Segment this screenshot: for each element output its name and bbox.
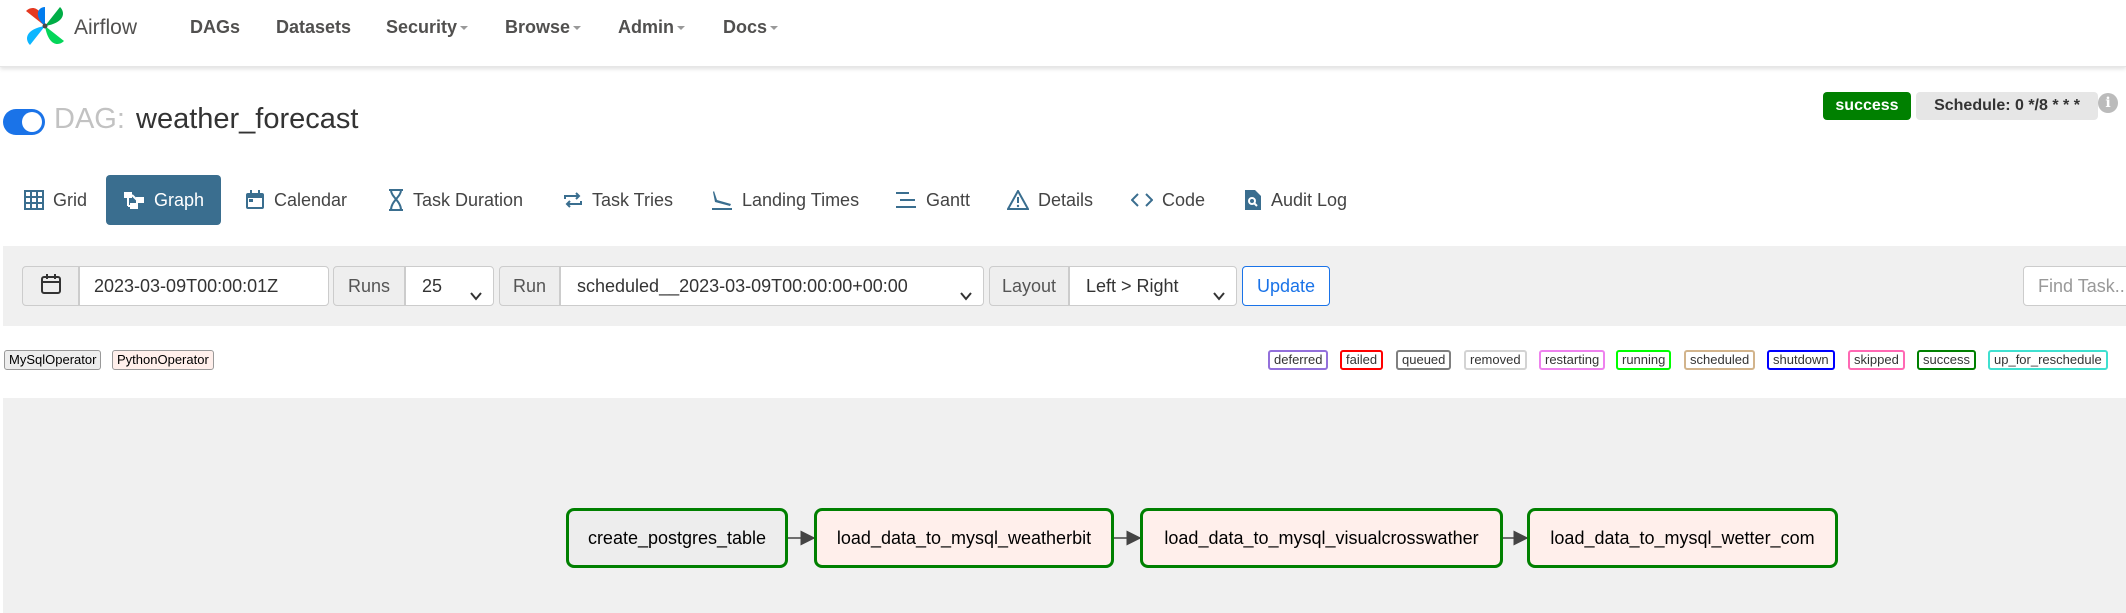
task-node-load-data-visualcrosswather[interactable]: load_data_to_mysql_visualcrosswather	[1140, 508, 1503, 568]
task-node-load-data-weatherbit[interactable]: load_data_to_mysql_weatherbit	[814, 508, 1114, 568]
task-node-load-data-wetter-com[interactable]: load_data_to_mysql_wetter_com	[1527, 508, 1838, 568]
task-node-create-postgres-table[interactable]: create_postgres_table	[566, 508, 788, 568]
